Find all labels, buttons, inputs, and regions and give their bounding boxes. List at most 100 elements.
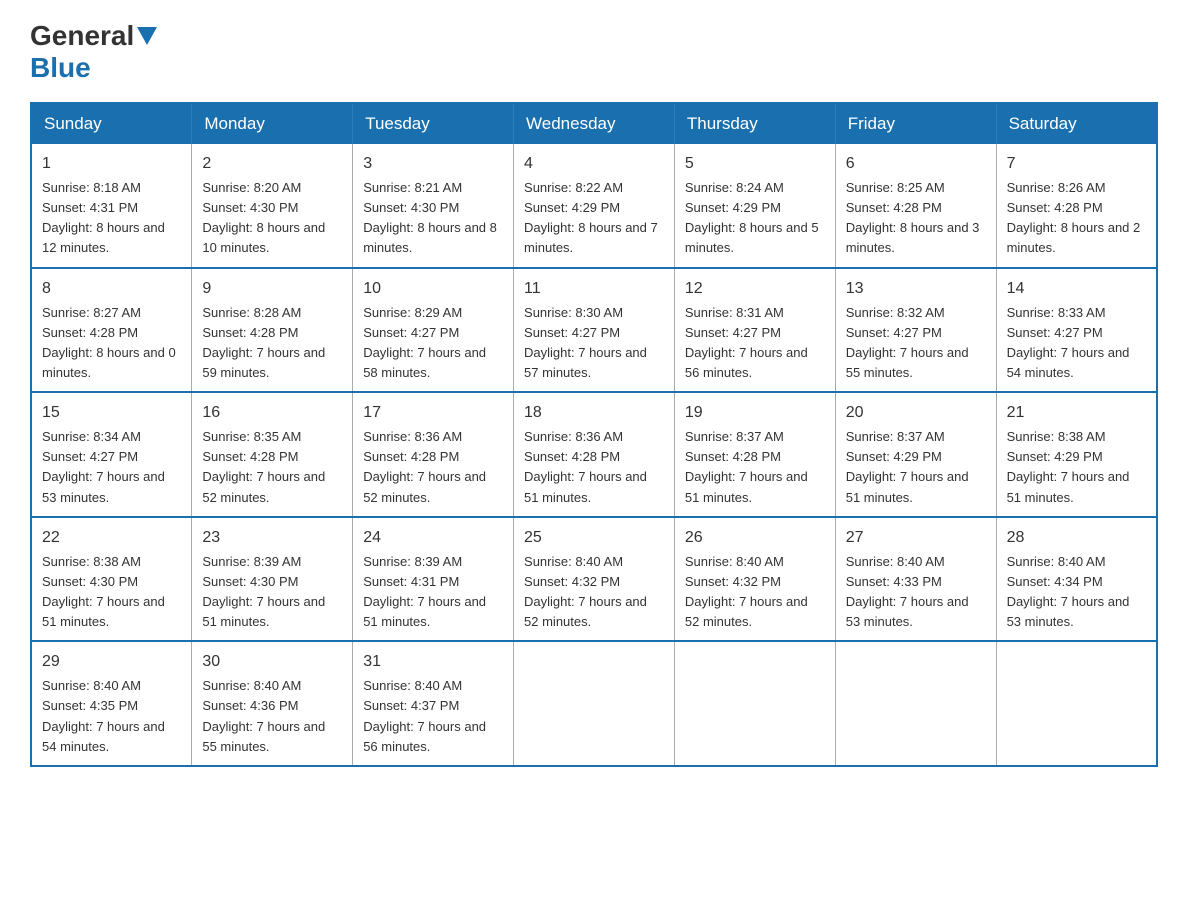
calendar-cell: 22 Sunrise: 8:38 AMSunset: 4:30 PMDaylig… xyxy=(31,517,192,642)
calendar-cell: 4 Sunrise: 8:22 AMSunset: 4:29 PMDayligh… xyxy=(514,144,675,268)
day-number: 20 xyxy=(846,401,986,425)
calendar-cell: 6 Sunrise: 8:25 AMSunset: 4:28 PMDayligh… xyxy=(835,144,996,268)
calendar-cell: 10 Sunrise: 8:29 AMSunset: 4:27 PMDaylig… xyxy=(353,268,514,393)
calendar-cell: 1 Sunrise: 8:18 AMSunset: 4:31 PMDayligh… xyxy=(31,144,192,268)
day-number: 12 xyxy=(685,277,825,301)
weekday-header-tuesday: Tuesday xyxy=(353,103,514,144)
day-info: Sunrise: 8:39 AMSunset: 4:30 PMDaylight:… xyxy=(202,554,325,629)
day-info: Sunrise: 8:21 AMSunset: 4:30 PMDaylight:… xyxy=(363,180,497,255)
day-info: Sunrise: 8:25 AMSunset: 4:28 PMDaylight:… xyxy=(846,180,980,255)
day-info: Sunrise: 8:36 AMSunset: 4:28 PMDaylight:… xyxy=(363,429,486,504)
calendar-cell: 13 Sunrise: 8:32 AMSunset: 4:27 PMDaylig… xyxy=(835,268,996,393)
day-info: Sunrise: 8:38 AMSunset: 4:30 PMDaylight:… xyxy=(42,554,165,629)
calendar-cell: 17 Sunrise: 8:36 AMSunset: 4:28 PMDaylig… xyxy=(353,392,514,517)
weekday-header-monday: Monday xyxy=(192,103,353,144)
week-row-4: 22 Sunrise: 8:38 AMSunset: 4:30 PMDaylig… xyxy=(31,517,1157,642)
weekday-header-thursday: Thursday xyxy=(674,103,835,144)
day-number: 10 xyxy=(363,277,503,301)
day-number: 7 xyxy=(1007,152,1146,176)
logo: General Blue xyxy=(30,20,160,84)
calendar-cell: 12 Sunrise: 8:31 AMSunset: 4:27 PMDaylig… xyxy=(674,268,835,393)
calendar-cell: 5 Sunrise: 8:24 AMSunset: 4:29 PMDayligh… xyxy=(674,144,835,268)
calendar-cell: 7 Sunrise: 8:26 AMSunset: 4:28 PMDayligh… xyxy=(996,144,1157,268)
day-info: Sunrise: 8:39 AMSunset: 4:31 PMDaylight:… xyxy=(363,554,486,629)
day-info: Sunrise: 8:22 AMSunset: 4:29 PMDaylight:… xyxy=(524,180,658,255)
weekday-header-saturday: Saturday xyxy=(996,103,1157,144)
calendar-cell: 26 Sunrise: 8:40 AMSunset: 4:32 PMDaylig… xyxy=(674,517,835,642)
day-info: Sunrise: 8:20 AMSunset: 4:30 PMDaylight:… xyxy=(202,180,325,255)
day-info: Sunrise: 8:40 AMSunset: 4:35 PMDaylight:… xyxy=(42,678,165,753)
day-number: 25 xyxy=(524,526,664,550)
calendar-table: SundayMondayTuesdayWednesdayThursdayFrid… xyxy=(30,102,1158,767)
weekday-header-friday: Friday xyxy=(835,103,996,144)
calendar-cell: 3 Sunrise: 8:21 AMSunset: 4:30 PMDayligh… xyxy=(353,144,514,268)
day-number: 19 xyxy=(685,401,825,425)
day-info: Sunrise: 8:26 AMSunset: 4:28 PMDaylight:… xyxy=(1007,180,1141,255)
calendar-cell xyxy=(674,641,835,766)
day-number: 16 xyxy=(202,401,342,425)
calendar-cell xyxy=(996,641,1157,766)
day-number: 24 xyxy=(363,526,503,550)
day-number: 11 xyxy=(524,277,664,301)
calendar-cell: 2 Sunrise: 8:20 AMSunset: 4:30 PMDayligh… xyxy=(192,144,353,268)
day-info: Sunrise: 8:40 AMSunset: 4:37 PMDaylight:… xyxy=(363,678,486,753)
week-row-5: 29 Sunrise: 8:40 AMSunset: 4:35 PMDaylig… xyxy=(31,641,1157,766)
calendar-cell: 11 Sunrise: 8:30 AMSunset: 4:27 PMDaylig… xyxy=(514,268,675,393)
day-number: 4 xyxy=(524,152,664,176)
calendar-cell: 31 Sunrise: 8:40 AMSunset: 4:37 PMDaylig… xyxy=(353,641,514,766)
day-number: 22 xyxy=(42,526,181,550)
day-number: 3 xyxy=(363,152,503,176)
calendar-cell: 8 Sunrise: 8:27 AMSunset: 4:28 PMDayligh… xyxy=(31,268,192,393)
day-info: Sunrise: 8:37 AMSunset: 4:29 PMDaylight:… xyxy=(846,429,969,504)
day-info: Sunrise: 8:34 AMSunset: 4:27 PMDaylight:… xyxy=(42,429,165,504)
calendar-cell: 25 Sunrise: 8:40 AMSunset: 4:32 PMDaylig… xyxy=(514,517,675,642)
calendar-cell: 23 Sunrise: 8:39 AMSunset: 4:30 PMDaylig… xyxy=(192,517,353,642)
day-info: Sunrise: 8:37 AMSunset: 4:28 PMDaylight:… xyxy=(685,429,808,504)
calendar-cell: 21 Sunrise: 8:38 AMSunset: 4:29 PMDaylig… xyxy=(996,392,1157,517)
day-number: 8 xyxy=(42,277,181,301)
calendar-cell: 15 Sunrise: 8:34 AMSunset: 4:27 PMDaylig… xyxy=(31,392,192,517)
calendar-cell: 28 Sunrise: 8:40 AMSunset: 4:34 PMDaylig… xyxy=(996,517,1157,642)
logo-blue-text: Blue xyxy=(30,52,91,84)
calendar-cell: 30 Sunrise: 8:40 AMSunset: 4:36 PMDaylig… xyxy=(192,641,353,766)
day-info: Sunrise: 8:38 AMSunset: 4:29 PMDaylight:… xyxy=(1007,429,1130,504)
day-number: 28 xyxy=(1007,526,1146,550)
calendar-cell: 18 Sunrise: 8:36 AMSunset: 4:28 PMDaylig… xyxy=(514,392,675,517)
day-info: Sunrise: 8:40 AMSunset: 4:34 PMDaylight:… xyxy=(1007,554,1130,629)
day-number: 31 xyxy=(363,650,503,674)
day-number: 18 xyxy=(524,401,664,425)
weekday-header-wednesday: Wednesday xyxy=(514,103,675,144)
logo-general-text: General xyxy=(30,20,134,52)
day-number: 17 xyxy=(363,401,503,425)
week-row-2: 8 Sunrise: 8:27 AMSunset: 4:28 PMDayligh… xyxy=(31,268,1157,393)
day-number: 1 xyxy=(42,152,181,176)
day-number: 27 xyxy=(846,526,986,550)
calendar-cell xyxy=(835,641,996,766)
day-info: Sunrise: 8:40 AMSunset: 4:32 PMDaylight:… xyxy=(524,554,647,629)
calendar-cell: 27 Sunrise: 8:40 AMSunset: 4:33 PMDaylig… xyxy=(835,517,996,642)
day-info: Sunrise: 8:40 AMSunset: 4:33 PMDaylight:… xyxy=(846,554,969,629)
calendar-cell xyxy=(514,641,675,766)
day-number: 2 xyxy=(202,152,342,176)
day-number: 21 xyxy=(1007,401,1146,425)
day-info: Sunrise: 8:33 AMSunset: 4:27 PMDaylight:… xyxy=(1007,305,1130,380)
day-number: 23 xyxy=(202,526,342,550)
day-info: Sunrise: 8:18 AMSunset: 4:31 PMDaylight:… xyxy=(42,180,165,255)
day-number: 26 xyxy=(685,526,825,550)
week-row-1: 1 Sunrise: 8:18 AMSunset: 4:31 PMDayligh… xyxy=(31,144,1157,268)
day-info: Sunrise: 8:32 AMSunset: 4:27 PMDaylight:… xyxy=(846,305,969,380)
day-info: Sunrise: 8:31 AMSunset: 4:27 PMDaylight:… xyxy=(685,305,808,380)
day-info: Sunrise: 8:24 AMSunset: 4:29 PMDaylight:… xyxy=(685,180,819,255)
day-info: Sunrise: 8:27 AMSunset: 4:28 PMDaylight:… xyxy=(42,305,176,380)
day-number: 29 xyxy=(42,650,181,674)
day-info: Sunrise: 8:35 AMSunset: 4:28 PMDaylight:… xyxy=(202,429,325,504)
calendar-cell: 16 Sunrise: 8:35 AMSunset: 4:28 PMDaylig… xyxy=(192,392,353,517)
day-info: Sunrise: 8:40 AMSunset: 4:36 PMDaylight:… xyxy=(202,678,325,753)
day-info: Sunrise: 8:29 AMSunset: 4:27 PMDaylight:… xyxy=(363,305,486,380)
day-number: 30 xyxy=(202,650,342,674)
calendar-cell: 9 Sunrise: 8:28 AMSunset: 4:28 PMDayligh… xyxy=(192,268,353,393)
week-row-3: 15 Sunrise: 8:34 AMSunset: 4:27 PMDaylig… xyxy=(31,392,1157,517)
day-number: 13 xyxy=(846,277,986,301)
day-number: 9 xyxy=(202,277,342,301)
day-number: 6 xyxy=(846,152,986,176)
